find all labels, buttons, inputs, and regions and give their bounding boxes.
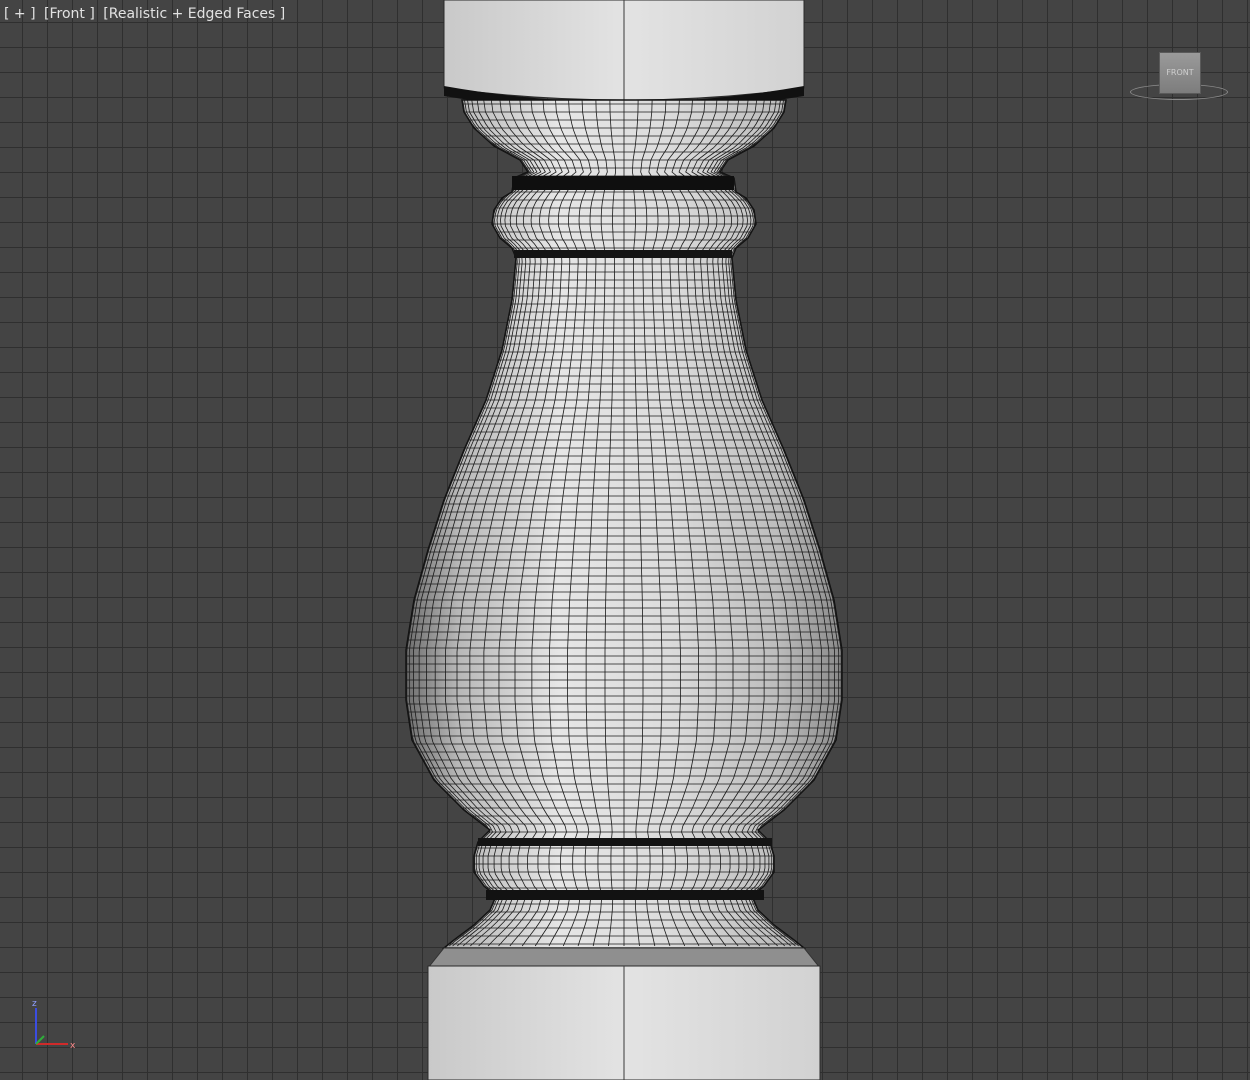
axis-tripod-icon: z x [32, 999, 76, 1051]
axis-z-label: z [32, 999, 37, 1009]
bottom-square-block [426, 947, 822, 1080]
front-viewport[interactable]: [ + ] [Front ] [Realistic + Edged Faces … [0, 0, 1250, 1080]
turned-baluster-body [405, 99, 843, 949]
baluster-model[interactable] [0, 0, 1250, 1080]
viewcube-front-face[interactable]: FRONT [1159, 52, 1201, 94]
viewcube[interactable]: FRONT [1128, 48, 1228, 104]
top-square-block [443, 0, 805, 111]
axis-x-label: x [70, 1041, 76, 1051]
